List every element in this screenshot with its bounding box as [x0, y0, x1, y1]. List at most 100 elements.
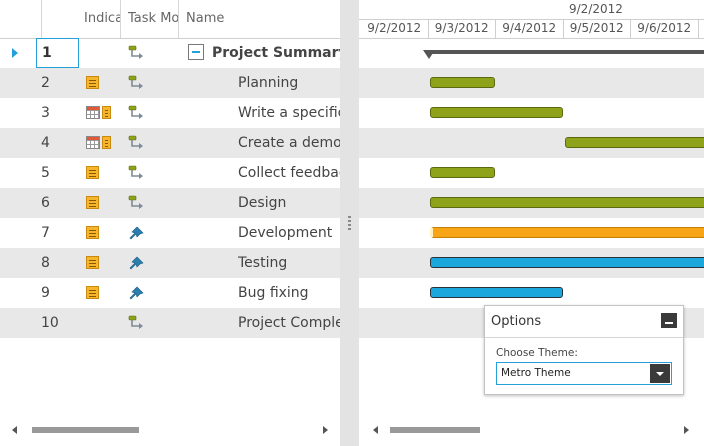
- id-cell: 2: [41, 75, 50, 91]
- task-name: Project Complete: [238, 315, 340, 331]
- theme-select[interactable]: Metro Theme: [496, 362, 672, 385]
- calendar-icon: [86, 136, 100, 149]
- manual-schedule-pin-icon: [129, 256, 144, 270]
- minimize-button[interactable]: [661, 313, 677, 328]
- table-row[interactable]: 10 Project Complete: [0, 308, 340, 338]
- column-header-indicators[interactable]: Indicators: [80, 0, 121, 38]
- timeline-row: [359, 38, 704, 68]
- id-cell: 8: [41, 255, 50, 271]
- manual-schedule-pin-icon: [129, 226, 144, 240]
- timeline-horizontal-scrollbar[interactable]: [373, 423, 689, 437]
- column-header-task-mode[interactable]: Task Mode: [124, 0, 179, 38]
- id-cell-editor[interactable]: 1: [36, 38, 79, 68]
- options-title: Options: [491, 314, 542, 329]
- task-name: Write a specification: [238, 105, 340, 121]
- id-cell: 7: [41, 225, 50, 241]
- timeline-day-header: 9/5/2012: [564, 19, 631, 38]
- auto-schedule-icon: [128, 75, 143, 89]
- table-row[interactable]: 3 Write a specification: [0, 98, 340, 128]
- timeline-row: [359, 248, 704, 278]
- scroll-right-arrow-icon[interactable]: [684, 426, 689, 434]
- grid-panel: Id Indicators Task Mode Name 1 Project Su…: [0, 0, 340, 446]
- scroll-right-arrow-icon[interactable]: [323, 426, 328, 434]
- timeline-day-header: 9/2/2012: [361, 19, 429, 38]
- task-bar[interactable]: [564, 137, 704, 148]
- note-icon: [86, 256, 99, 269]
- task-name: Collect feedback: [238, 165, 340, 181]
- task-bar[interactable]: [429, 77, 495, 88]
- scroll-thumb[interactable]: [390, 427, 480, 433]
- auto-schedule-icon: [128, 45, 143, 59]
- note-icon: [86, 76, 99, 89]
- task-bar[interactable]: [429, 197, 704, 208]
- table-row[interactable]: 6 Design: [0, 188, 340, 218]
- task-name: Development: [238, 225, 333, 241]
- note-icon: [86, 226, 99, 239]
- auto-schedule-icon: [128, 105, 143, 119]
- timeline-header-days: 9/2/2012 9/3/2012 9/4/2012 9/5/2012 9/6/2012: [359, 19, 704, 39]
- summary-bar[interactable]: [428, 50, 704, 54]
- timeline-row: [359, 218, 704, 248]
- id-cell: 9: [41, 285, 50, 301]
- id-cell: 4: [41, 135, 50, 151]
- id-cell: 3: [41, 105, 50, 121]
- timeline-row: [359, 278, 704, 308]
- task-name: Project Summary Task 1: [212, 45, 340, 61]
- table-row[interactable]: 4 Create a demo application: [0, 128, 340, 158]
- scroll-left-arrow-icon[interactable]: [12, 426, 17, 434]
- task-name: Create a demo application: [238, 135, 340, 151]
- timeline-row: [359, 128, 704, 158]
- id-cell: 6: [41, 195, 50, 211]
- note-icon: [86, 166, 99, 179]
- timeline-week-label: 9/2/2012: [569, 2, 623, 16]
- summary-start-marker-icon: [422, 50, 435, 59]
- task-name: Bug fixing: [238, 285, 309, 301]
- theme-label: Choose Theme:: [496, 347, 578, 359]
- scroll-thumb[interactable]: [32, 427, 139, 433]
- timeline-day-header: 9/3/2012: [429, 19, 496, 38]
- task-bar[interactable]: [429, 107, 563, 118]
- calendar-icon: [86, 106, 100, 119]
- table-row[interactable]: 9 Bug fixing: [0, 278, 340, 308]
- task-bar[interactable]: [429, 257, 704, 268]
- auto-schedule-icon: [128, 135, 143, 149]
- splitter-grip-icon[interactable]: [348, 216, 351, 230]
- id-cell: 10: [41, 315, 59, 331]
- table-row[interactable]: 2 Planning: [0, 68, 340, 98]
- column-header-id[interactable]: Id: [0, 0, 42, 38]
- timeline-day-header: 9/6/2012: [631, 19, 699, 38]
- auto-schedule-icon: [128, 315, 143, 329]
- table-row[interactable]: 1 Project Summary Task 1: [0, 38, 340, 68]
- grid-header: Id Indicators Task Mode Name: [0, 0, 340, 39]
- row-selected-indicator-icon: [12, 48, 18, 58]
- chevron-down-icon[interactable]: [650, 364, 670, 383]
- splitter[interactable]: [340, 0, 359, 446]
- auto-schedule-icon: [128, 165, 143, 179]
- table-row[interactable]: 5 Collect feedback: [0, 158, 340, 188]
- options-panel: Options Choose Theme: Metro Theme: [484, 305, 684, 395]
- collapse-toggle-icon[interactable]: [188, 44, 204, 60]
- task-bar[interactable]: [429, 287, 563, 298]
- task-name: Testing: [238, 255, 288, 271]
- manual-schedule-pin-icon: [129, 286, 144, 300]
- timeline-row: [359, 98, 704, 128]
- timeline-row: [359, 68, 704, 98]
- task-bar[interactable]: [429, 167, 495, 178]
- grid-horizontal-scrollbar[interactable]: [12, 423, 328, 437]
- timeline-row: [359, 188, 704, 218]
- scroll-left-arrow-icon[interactable]: [373, 426, 378, 434]
- task-bar[interactable]: [429, 227, 704, 238]
- note-icon: [102, 106, 111, 119]
- options-title-bar: Options: [485, 306, 683, 338]
- note-icon: [86, 196, 99, 209]
- table-row[interactable]: 8 Testing: [0, 248, 340, 278]
- id-cell: 5: [41, 165, 50, 181]
- column-header-name[interactable]: Name: [180, 0, 340, 38]
- task-name: Design: [238, 195, 287, 211]
- auto-schedule-icon: [128, 195, 143, 209]
- note-icon: [102, 136, 111, 149]
- note-icon: [86, 286, 99, 299]
- table-row[interactable]: 7 Development: [0, 218, 340, 248]
- theme-select-value: Metro Theme: [501, 367, 571, 379]
- timeline-day-header: 9/4/2012: [496, 19, 564, 38]
